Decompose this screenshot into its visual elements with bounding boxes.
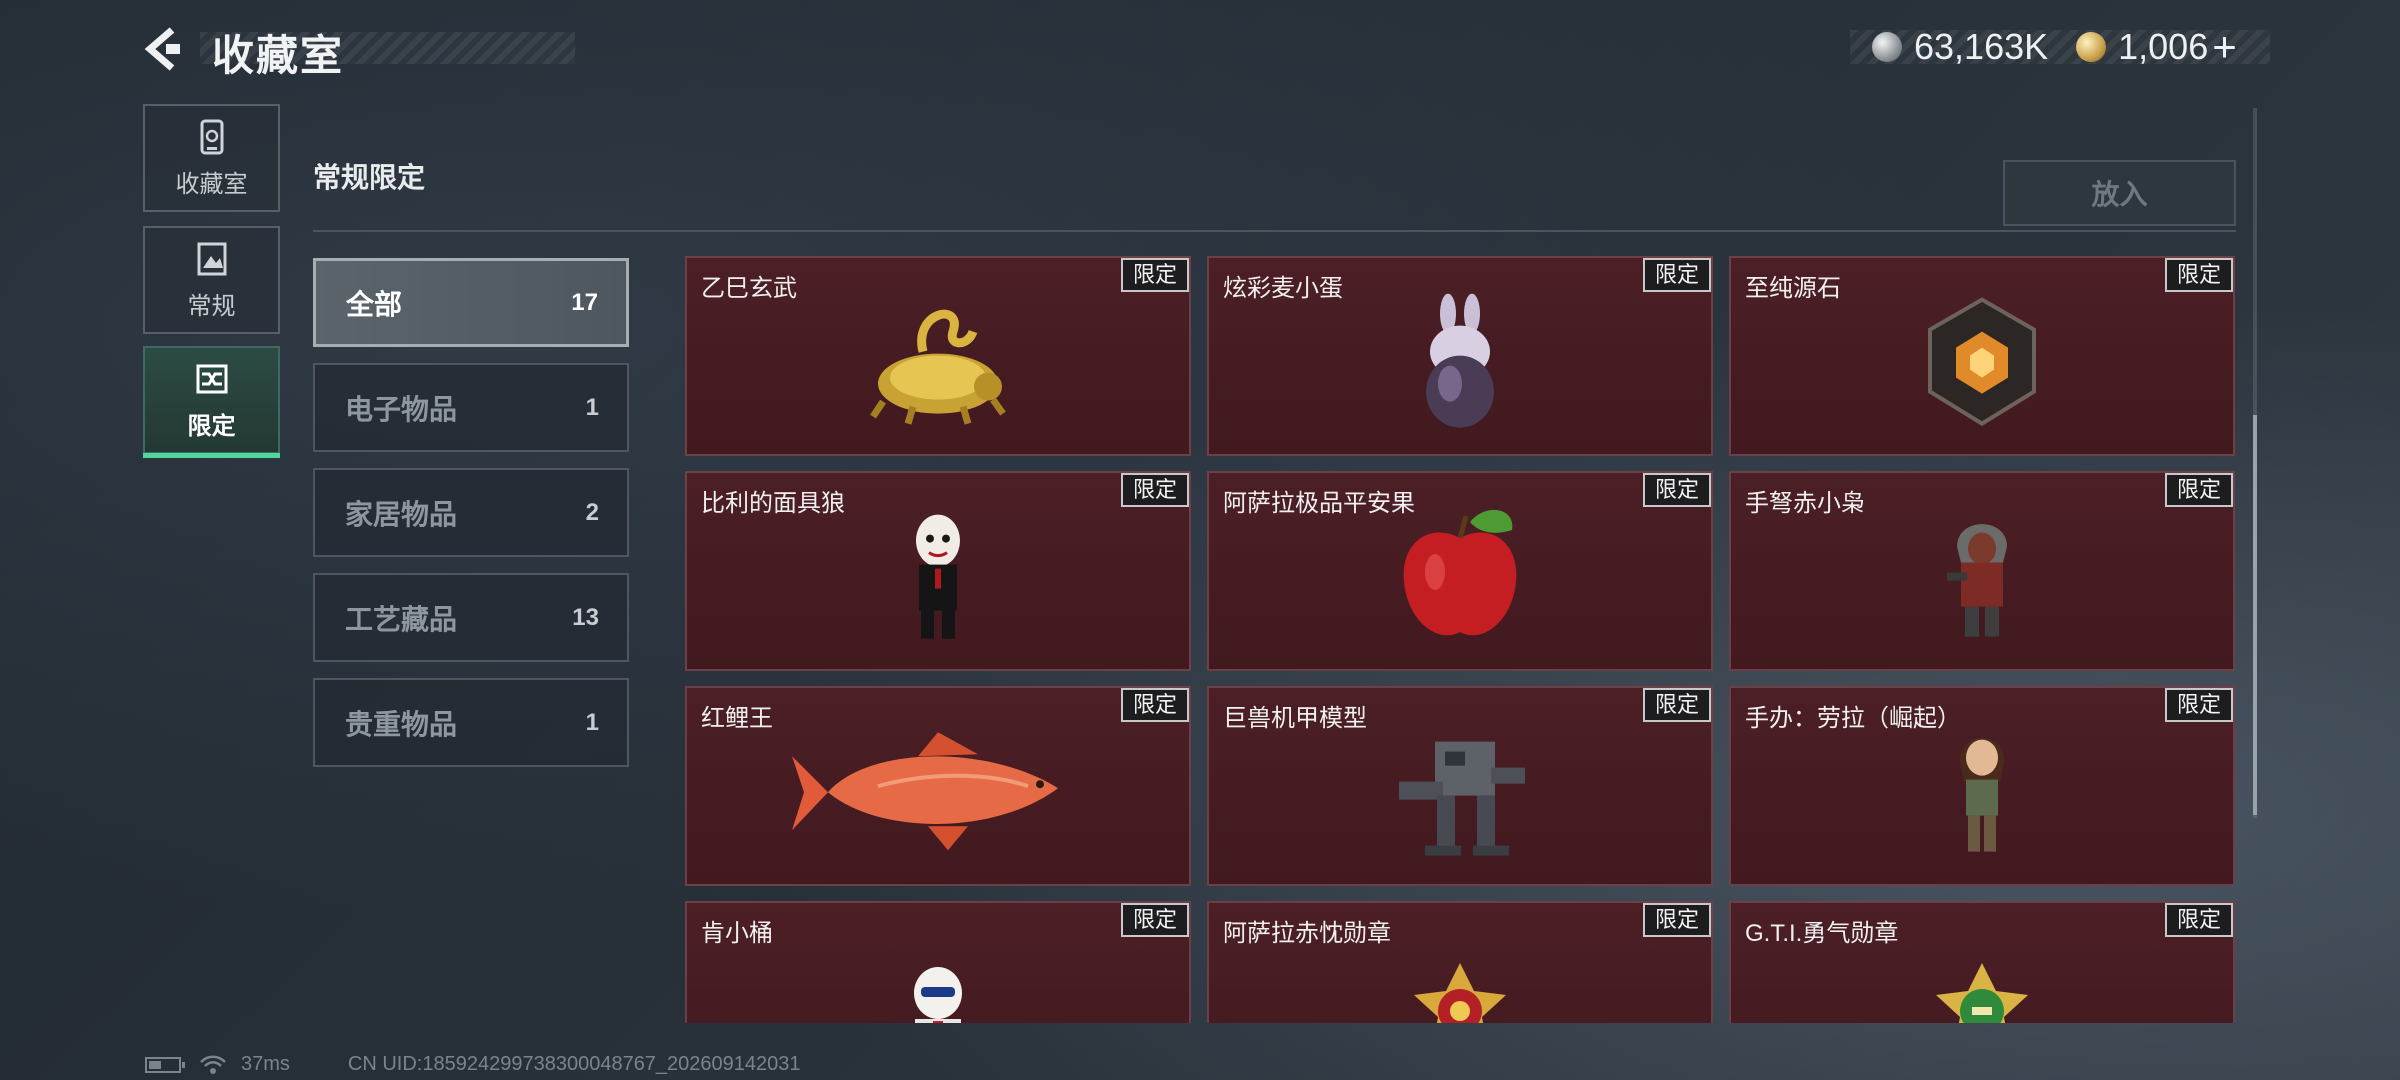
colonel-figure-icon: [914, 967, 962, 1023]
item-name: 比利的面具狼: [701, 490, 845, 517]
red-carp-fish-icon: [792, 732, 1058, 851]
category-count: 1: [585, 393, 599, 421]
item-name: 炫彩麦小蛋: [1223, 275, 1343, 302]
status-bar: 37ms CN UID:185924299738300048767_202609…: [145, 1053, 801, 1076]
silver-coin-icon: [1872, 32, 1902, 62]
item-name: G.T.I.勇气勋章: [1745, 920, 1899, 947]
item-name: 手办：劳拉（崛起）: [1745, 705, 1961, 732]
category-label: 电子物品: [345, 393, 458, 425]
golden-dragon-turtle-icon: [870, 309, 1006, 425]
limited-badge: 限定: [1642, 688, 1711, 722]
limited-badge: 限定: [2164, 473, 2233, 507]
category-count: 17: [571, 288, 598, 316]
currency-bar: 63,163K 1,006 +: [1850, 26, 2270, 68]
limited-badge: 限定: [1120, 473, 1189, 507]
category-valuables[interactable]: 贵重物品 1: [313, 678, 629, 767]
silver-coin-value: 63,163K: [1914, 26, 2049, 67]
limited-badge: 限定: [1120, 688, 1189, 722]
mech-model-icon: [1399, 741, 1525, 856]
category-electronics[interactable]: 电子物品 1: [313, 363, 629, 452]
back-arrow-icon: [144, 27, 180, 71]
limited-badge: 限定: [1120, 258, 1189, 292]
sidebar-item-collection-room[interactable]: 收藏室: [143, 104, 280, 212]
item-name: 乙巳玄武: [701, 275, 797, 302]
item-card[interactable]: 巨兽机甲模型 限定: [1207, 686, 1713, 886]
limited-badge: 限定: [1642, 903, 1711, 937]
item-card[interactable]: 手办：劳拉（崛起） 限定: [1729, 686, 2235, 886]
category-count: 13: [572, 603, 599, 631]
category-label: 贵重物品: [345, 708, 458, 740]
item-name: 手弩赤小枭: [1745, 490, 1865, 517]
sidebar-item-regular[interactable]: 常规: [143, 226, 280, 334]
gold-coin-value: 1,006: [2118, 26, 2209, 67]
scrollbar-thumb[interactable]: [2253, 415, 2257, 815]
item-card[interactable]: 比利的面具狼 限定: [685, 471, 1191, 671]
item-name: 阿萨拉极品平安果: [1223, 490, 1415, 517]
wifi-icon: [200, 1055, 226, 1074]
item-card[interactable]: 手弩赤小枭 限定: [1729, 471, 2235, 671]
battery-icon: [145, 1056, 185, 1073]
item-grid: 乙巳玄武 限定 炫彩麦小蛋 限定 至纯源石 限定 比利的面具狼 限定 阿萨拉极品…: [685, 256, 2236, 1023]
limited-badge: 限定: [1120, 903, 1189, 937]
hooded-crossbow-figure-icon: [1947, 524, 2007, 637]
category-crafts[interactable]: 工艺藏品 13: [313, 573, 629, 662]
category-all[interactable]: 全部 17: [313, 258, 629, 347]
item-card[interactable]: 至纯源石 限定: [1729, 256, 2235, 456]
item-card[interactable]: 炫彩麦小蛋 限定: [1207, 256, 1713, 456]
divider: [313, 230, 2236, 232]
lara-figure-icon: [1959, 737, 2005, 852]
red-apple-icon: [1403, 509, 1517, 636]
item-card[interactable]: G.T.I.勇气勋章 限定: [1729, 901, 2235, 1023]
top-bar: 收藏室 63,163K 1,006 +: [0, 0, 2400, 100]
item-card[interactable]: 肯小桶 限定: [685, 901, 1191, 1023]
sidebar-item-label: 常规: [187, 292, 236, 320]
page-title: 收藏室: [212, 32, 345, 79]
sidebar-item-label: 限定: [187, 412, 236, 440]
item-card[interactable]: 阿萨拉赤忱勋章 限定: [1207, 901, 1713, 1023]
green-gold-medal-icon: [1936, 963, 2028, 1023]
iridescent-bunny-egg-icon: [1426, 293, 1494, 428]
limited-icon: [196, 364, 227, 393]
put-in-button[interactable]: 放入: [2003, 160, 2236, 226]
category-label: 全部: [346, 288, 403, 320]
category-count: 2: [585, 498, 599, 526]
collection-room-icon: [200, 119, 223, 154]
back-button[interactable]: [140, 24, 190, 74]
red-gold-medal-icon: [1414, 963, 1506, 1023]
item-name: 红鲤王: [701, 705, 773, 732]
ping-value: 37ms: [241, 1053, 290, 1075]
sidebar-item-label: 收藏室: [175, 170, 248, 198]
item-name: 巨兽机甲模型: [1223, 705, 1367, 732]
item-card[interactable]: 阿萨拉极品平安果 限定: [1207, 471, 1713, 671]
limited-badge: 限定: [2164, 688, 2233, 722]
item-name: 阿萨拉赤忱勋章: [1223, 920, 1391, 947]
regular-icon: [197, 242, 226, 275]
item-card[interactable]: 乙巳玄武 限定: [685, 256, 1191, 456]
limited-badge: 限定: [2164, 903, 2233, 937]
item-card[interactable]: 红鲤王 限定: [685, 686, 1191, 886]
limited-badge: 限定: [2164, 258, 2233, 292]
puppet-mask-figure-icon: [916, 514, 960, 639]
gold-coin-icon: [2076, 32, 2107, 62]
add-currency-button[interactable]: +: [2212, 26, 2237, 68]
category-household[interactable]: 家居物品 2: [313, 468, 629, 557]
sidebar-item-limited[interactable]: 限定: [143, 346, 280, 458]
section-title: 常规限定: [313, 162, 426, 193]
limited-badge: 限定: [1642, 258, 1711, 292]
limited-badge: 限定: [1642, 473, 1711, 507]
item-name: 肯小桶: [701, 920, 773, 947]
item-name: 至纯源石: [1745, 275, 1841, 302]
glowing-crystal-stone-icon: [1928, 297, 2036, 426]
category-count: 1: [585, 708, 599, 736]
user-uid: CN UID:185924299738300048767_20260914203…: [347, 1053, 801, 1075]
category-label: 工艺藏品: [345, 603, 458, 635]
category-label: 家居物品: [345, 498, 458, 530]
